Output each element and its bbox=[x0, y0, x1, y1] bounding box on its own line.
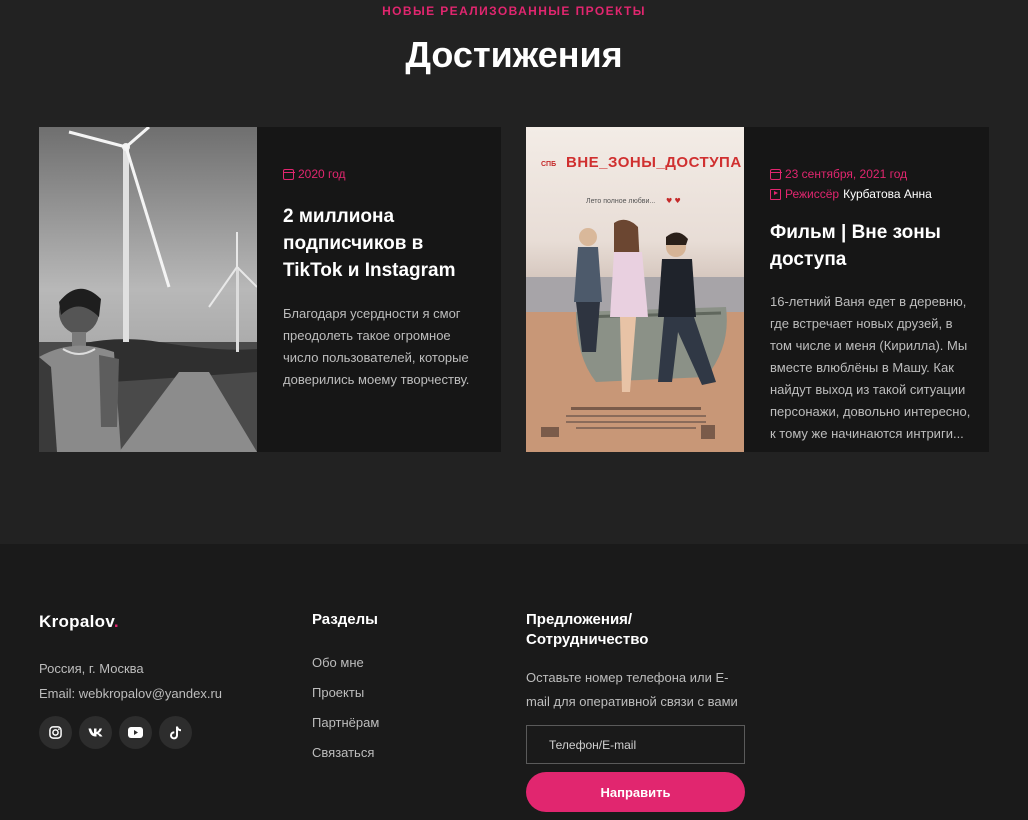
contact-input[interactable] bbox=[526, 725, 745, 764]
svg-text:♥ ♥: ♥ ♥ bbox=[666, 197, 681, 205]
achievement-card-film[interactable]: СПБ ВНЕ_ЗОНЫ_ДОСТУПА Лето полное любви..… bbox=[526, 127, 989, 452]
card-date: 23 сентября, 2021 год bbox=[769, 165, 973, 183]
card-date-text: 2020 год bbox=[298, 167, 346, 181]
calendar-icon bbox=[282, 168, 295, 180]
logo-dot: . bbox=[113, 612, 119, 631]
calendar-icon bbox=[769, 168, 782, 180]
section-title: Достижения bbox=[405, 34, 623, 75]
footer: Kropalov. Россия, г. Москва Email: webkr… bbox=[0, 544, 1028, 820]
tiktok-icon[interactable] bbox=[159, 716, 192, 749]
youtube-icon[interactable] bbox=[119, 716, 152, 749]
card-body: 23 сентября, 2021 год Режиссёр Курбатова… bbox=[769, 127, 973, 445]
card-date-text: 23 сентября, 2021 год bbox=[785, 167, 908, 181]
card-title[interactable]: 2 миллиона подписчиков в TikTok и Instag… bbox=[283, 203, 485, 284]
footer-link-projects[interactable]: Проекты bbox=[312, 685, 364, 700]
card-date: 2020 год bbox=[282, 165, 485, 183]
director-name: Курбатова Анна bbox=[843, 187, 932, 201]
logo-text: Kropalov bbox=[39, 612, 114, 631]
social-links bbox=[39, 716, 192, 749]
card-title[interactable]: Фильм | Вне зоны доступа bbox=[770, 219, 973, 273]
svg-text:Лето полное любви...: Лето полное любви... bbox=[586, 197, 655, 205]
vk-icon[interactable] bbox=[79, 716, 112, 749]
footer-link-about[interactable]: Обо мне bbox=[312, 655, 364, 670]
offers-title: Предложения/ Сотрудничество bbox=[526, 610, 648, 650]
card-photo bbox=[39, 127, 257, 452]
footer-link-partners[interactable]: Партнёрам bbox=[312, 715, 379, 730]
svg-text:СПБ: СПБ bbox=[541, 161, 556, 168]
achievement-card-tiktok[interactable]: 2020 год 2 миллиона подписчиков в TikTok… bbox=[39, 127, 501, 452]
director-label: Режиссёр bbox=[785, 187, 840, 201]
play-icon bbox=[770, 188, 781, 200]
offers-title-line2: Сотрудничество bbox=[526, 631, 649, 648]
film-poster: СПБ ВНЕ_ЗОНЫ_ДОСТУПА Лето полное любви..… bbox=[526, 127, 744, 452]
footer-logo[interactable]: Kropalov. bbox=[39, 612, 119, 632]
offers-title-line1: Предложения/ bbox=[526, 611, 633, 628]
instagram-icon[interactable] bbox=[39, 716, 72, 749]
poster-title: ВНЕ_ЗОНЫ_ДОСТУПА bbox=[566, 154, 742, 171]
footer-link-contact[interactable]: Связаться bbox=[312, 745, 374, 760]
achievements-section: НОВЫЕ РЕАЛИЗОВАННЫЕ ПРОЕКТЫ Достижения 2… bbox=[0, 0, 1028, 544]
offers-description: Оставьте номер телефона или E-mail для о… bbox=[526, 670, 738, 709]
card-text: Благодаря усердности я смог преодолеть т… bbox=[283, 306, 470, 387]
sections-title: Разделы bbox=[312, 611, 378, 628]
footer-address: Россия, г. Москва bbox=[39, 661, 144, 676]
footer-email[interactable]: Email: webkropalov@yandex.ru bbox=[39, 686, 222, 701]
card-director: Режиссёр Курбатова Анна bbox=[770, 185, 973, 203]
section-eyebrow: НОВЫЕ РЕАЛИЗОВАННЫЕ ПРОЕКТЫ bbox=[382, 4, 646, 18]
submit-button[interactable]: Направить bbox=[526, 772, 745, 812]
card-text: 16-летний Ваня едет в деревню, где встре… bbox=[770, 294, 971, 441]
card-body: 2020 год 2 миллиона подписчиков в TikTok… bbox=[282, 127, 485, 391]
